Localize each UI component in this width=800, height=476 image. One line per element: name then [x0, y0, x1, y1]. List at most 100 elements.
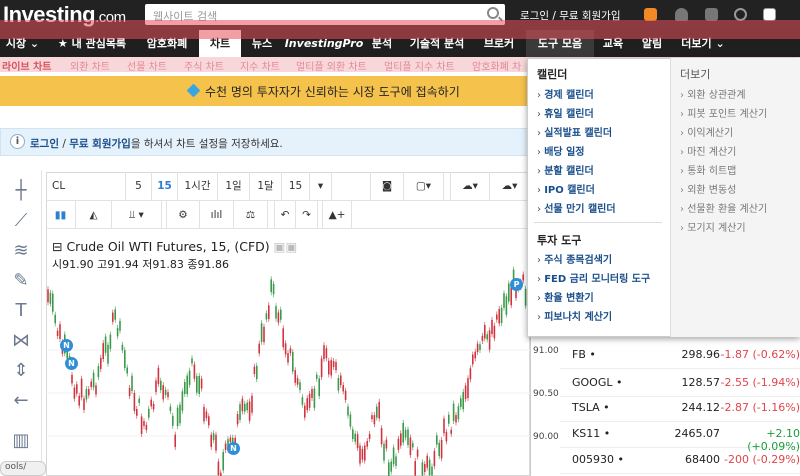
event-marker[interactable]: P	[510, 278, 523, 291]
watchlist-row[interactable]: KS11 • 2465.07 +2.10 (+0.09%)	[560, 420, 800, 453]
brush-icon[interactable]: ✎	[8, 268, 34, 294]
legend-settings-icon[interactable]: ▣▣	[274, 239, 298, 254]
subnav-multi-index[interactable]: 멀티플 지수 차트	[384, 58, 455, 73]
news-marker[interactable]: N	[227, 442, 240, 455]
cloud-download-icon[interactable]: ☁▾	[450, 172, 490, 200]
menu-economic-calendar[interactable]: 경제 캘린더	[537, 86, 593, 101]
undo-icon[interactable]: ↶	[274, 201, 296, 229]
menu-currency-heatmap[interactable]: 통화 히트맵	[680, 162, 736, 177]
subnav-fx-chart[interactable]: 외환 차트	[70, 58, 110, 73]
candle-body	[464, 385, 467, 400]
menu-pivot-calculator[interactable]: 피봇 포인트 계산기	[680, 105, 767, 120]
menu-margin-calculator[interactable]: 마진 계산기	[680, 143, 736, 158]
bottom-tab[interactable]: ools/	[0, 461, 46, 476]
watchlist-row[interactable]: 005930 • 68400 -200 (-0.29%)	[560, 446, 800, 474]
area-chart-icon[interactable]: ◭	[76, 201, 112, 229]
subnav-crypto-chart[interactable]: 암호화폐 차	[472, 58, 521, 73]
text-tool-icon[interactable]: T	[8, 298, 34, 324]
ohlc-close: 91.86	[197, 258, 230, 271]
candle-body	[191, 358, 193, 364]
news-marker[interactable]: N	[65, 357, 78, 370]
fib-icon[interactable]: ≋	[8, 238, 34, 264]
candle-body	[263, 326, 265, 343]
pattern-icon[interactable]: ⋈	[8, 328, 34, 354]
subnav-futures-chart[interactable]: 선물 차트	[127, 58, 167, 73]
menu-dividend-calendar[interactable]: 배당 일정	[537, 143, 584, 158]
menu-mortgage-calculator[interactable]: 모기지 계산기	[680, 219, 745, 234]
interval-1d[interactable]: 1일	[218, 172, 250, 200]
candle-body	[282, 328, 284, 348]
menu-fed-monitor[interactable]: FED 금리 모니터링 도구	[537, 270, 650, 285]
chart-legend-title: ⊟ Crude Oil WTI Futures, 15, (CFD) ▣▣	[52, 239, 298, 254]
candle-body	[256, 365, 258, 380]
redo-icon[interactable]: ↷	[296, 201, 318, 229]
menu-fx-correlation[interactable]: 외환 상관관계	[680, 86, 745, 101]
watchlist-row[interactable]: GOOGL • 128.57 -2.55 (-1.94%)	[560, 369, 800, 397]
watchlist-row[interactable]: FB • 298.96 -1.87 (-0.62%)	[560, 341, 800, 369]
menu-currency-converter[interactable]: 환율 변환기	[537, 289, 593, 304]
banner-text[interactable]: 수천 명의 투자자가 신뢰하는 시장 도구에 접속하기	[205, 83, 460, 100]
alert-add-icon[interactable]: ▲+	[322, 201, 352, 229]
candle-body	[179, 404, 181, 424]
subnav-stock-chart[interactable]: 주식 차트	[184, 58, 224, 73]
candles-icon[interactable]: ▮▮	[46, 201, 76, 229]
menu-ipo-calendar[interactable]: IPO 캘린더	[537, 181, 595, 196]
candle-body	[364, 445, 366, 461]
candle-body	[426, 455, 428, 468]
candle-body	[294, 370, 296, 383]
candle-body	[162, 385, 164, 400]
y-tick-label: 90.00	[533, 432, 559, 442]
candle-body	[397, 438, 400, 450]
gear-icon[interactable]: ⚙	[166, 201, 200, 229]
subnav-index-chart[interactable]: 지수 차트	[240, 58, 280, 73]
candle-body	[49, 292, 52, 304]
menu-fx-volatility[interactable]: 외환 변동성	[680, 181, 736, 196]
menu-profit-calculator[interactable]: 이익계산기	[680, 124, 733, 139]
candle-body	[133, 392, 136, 411]
subnav-live-chart[interactable]: 라이브 차트	[2, 58, 51, 73]
menu-stock-screener[interactable]: 주식 종목검색기	[537, 251, 612, 266]
news-marker[interactable]: N	[60, 339, 73, 352]
candle-body	[515, 289, 517, 299]
candle-body	[493, 325, 496, 339]
interval-1h[interactable]: 1시간	[178, 172, 218, 200]
candle-body	[440, 440, 443, 459]
chart-type-icon[interactable]: ⫫ ▾	[112, 201, 162, 229]
trendline-icon[interactable]: ⟋	[8, 208, 34, 234]
ohlc-open: 91.90	[62, 258, 94, 271]
menu-futures-expiry[interactable]: 선물 만기 캘린더	[537, 200, 615, 215]
info-login-link[interactable]: 로그인	[30, 138, 59, 150]
menu-split-calendar[interactable]: 분할 캘린더	[537, 162, 593, 177]
color-select[interactable]: ▢▾	[404, 172, 444, 200]
interval-1m[interactable]: 1달	[250, 172, 282, 200]
symbol-input[interactable]: CL	[46, 172, 126, 200]
menu-forward-rate[interactable]: 선물환 환율 계산기	[680, 200, 767, 215]
watchlist-row[interactable]: TSLA • 244.12 -2.87 (-1.16%)	[560, 394, 800, 422]
search-icon[interactable]	[487, 7, 499, 19]
compare-icon[interactable]: ⚖	[234, 201, 268, 229]
crosshair-icon[interactable]: ┼	[8, 178, 34, 204]
chevron-down-icon[interactable]: ▾	[310, 172, 332, 200]
candle-body	[402, 422, 404, 443]
candle-body	[436, 435, 438, 445]
interval-15[interactable]: 15	[152, 172, 178, 200]
subnav-multi-fx[interactable]: 멀티플 외환 차트	[296, 58, 367, 73]
indicators-icon[interactable]: ılıl	[200, 201, 234, 229]
menu-fibonacci[interactable]: 피보나치 계산기	[537, 308, 612, 323]
candle-body	[342, 385, 344, 392]
back-arrow-icon[interactable]: ←	[8, 388, 34, 414]
info-register-link[interactable]: 무료 회원가입	[69, 138, 131, 150]
camera-icon[interactable]: ◙	[370, 172, 404, 200]
menu-holiday-calendar[interactable]: 휴일 캘린더	[537, 105, 593, 120]
cloud-upload-icon[interactable]: ☁▾	[490, 172, 530, 200]
candle-body	[498, 309, 500, 324]
indicator-icon[interactable]: ▥	[8, 428, 34, 454]
candle-body	[272, 283, 275, 295]
menu-earnings-calendar[interactable]: 실적발표 캘린더	[537, 124, 612, 139]
candle-body	[160, 380, 162, 391]
interval-select[interactable]: 15	[282, 172, 310, 200]
candle-body	[344, 390, 347, 400]
measure-icon[interactable]: ⇕	[8, 358, 34, 384]
candle-body	[102, 343, 104, 360]
interval-5[interactable]: 5	[126, 172, 152, 200]
